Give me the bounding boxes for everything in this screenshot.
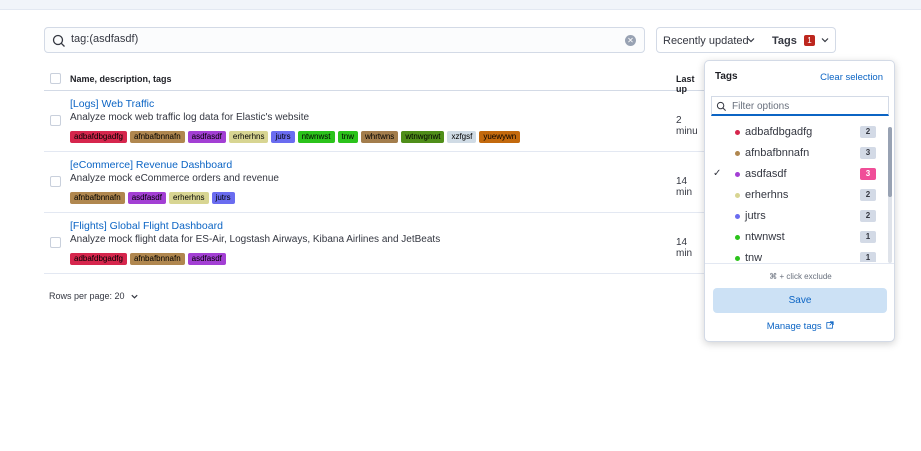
tag-badge[interactable]: erherhns: [228, 131, 269, 143]
tag-color-dot: [735, 172, 740, 177]
table-row: [Logs] Web Traffic Analyze mock web traf…: [44, 91, 704, 152]
table-row: [eCommerce] Revenue Dashboard Analyze mo…: [44, 152, 704, 213]
sort-dropdown-button[interactable]: Recently updated: [656, 27, 763, 53]
tag-badge[interactable]: xzfgsf: [447, 131, 477, 143]
tag-badge[interactable]: erherhns: [168, 192, 209, 204]
tag-option[interactable]: afnbafbnnafn 3: [705, 143, 885, 164]
table-header: Name, description, tags Last up: [44, 65, 704, 94]
chevron-down-icon: [747, 38, 755, 43]
row-checkbox[interactable]: [50, 176, 61, 187]
tag-option-count: 2: [860, 126, 876, 138]
table-row: [Flights] Global Flight Dashboard Analyz…: [44, 213, 704, 274]
search-icon: [716, 101, 726, 111]
scrollbar-thumb[interactable]: [888, 127, 892, 197]
tag-option-count: 3: [860, 168, 876, 180]
search-field[interactable]: tag:(asdfasdf) ✕: [44, 27, 645, 53]
divider: [705, 263, 894, 264]
tag-option[interactable]: erherhns 2: [705, 185, 885, 206]
row-checkbox[interactable]: [50, 237, 61, 248]
tag-badge[interactable]: yuewywn: [479, 131, 521, 143]
dashboard-title-link[interactable]: [eCommerce] Revenue Dashboard: [70, 159, 232, 171]
tag-color-dot: [735, 151, 740, 156]
tags-filter-button[interactable]: Tags 1: [762, 27, 836, 53]
tag-options-list: adbafdbgadfg 2 afnbafbnnafn 3 ✓ asdfasdf 3 erhe…: [705, 122, 894, 262]
tag-badge[interactable]: asdfasdf: [187, 253, 226, 265]
tag-option-label: afnbafbnnafn: [745, 147, 810, 159]
tag-option-label: jutrs: [745, 210, 766, 222]
tags-active-count-badge: 1: [804, 35, 815, 46]
tag-option[interactable]: ntwnwst 1: [705, 227, 885, 248]
options-scrollbar[interactable]: [888, 127, 892, 263]
exclude-hint: ⌘ + click exclude: [769, 272, 832, 281]
row-checkbox[interactable]: [50, 115, 61, 126]
tag-option-label: ntwnwst: [745, 231, 785, 243]
search-icon: [52, 34, 65, 47]
tag-badge[interactable]: wtnwgnwt: [401, 131, 445, 143]
tag-option-label: adbafdbgadfg: [745, 126, 813, 138]
tag-badge[interactable]: afnbafbnnafn: [129, 131, 185, 143]
tag-list: adbafdbgadfg afnbafbnnafn asdfasdf: [70, 253, 226, 265]
clear-icon[interactable]: ✕: [625, 35, 636, 46]
tag-color-dot: [735, 130, 740, 135]
manage-tags-label: Manage tags: [766, 321, 822, 332]
rows-per-page-label: Rows per page: 20: [49, 291, 125, 301]
chevron-down-icon: [131, 294, 138, 299]
tag-badge[interactable]: jutrs: [211, 192, 235, 204]
tag-option[interactable]: tnw 1: [705, 248, 885, 262]
tag-badge[interactable]: jutrs: [271, 131, 295, 143]
sort-label: Recently updated: [663, 35, 749, 47]
tag-badge[interactable]: whrtwns: [360, 131, 399, 143]
tag-color-dot: [735, 193, 740, 198]
tag-option-count: 3: [860, 147, 876, 159]
tag-option-label: asdfasdf: [745, 168, 787, 180]
clear-selection-button[interactable]: Clear selection: [820, 72, 883, 83]
tag-option-label: tnw: [745, 252, 763, 262]
dashboard-description: Analyze mock flight data for ES-Air, Log…: [70, 234, 441, 245]
tag-badge[interactable]: ntwnwst: [297, 131, 335, 143]
tag-badge[interactable]: adbafdbgadfg: [70, 131, 127, 143]
tag-option-count: 2: [860, 189, 876, 201]
popover-title: Tags: [715, 71, 738, 82]
external-link-icon: [826, 321, 834, 329]
chevron-down-icon: [821, 38, 829, 43]
tags-filter-popover: Tags Clear selection Filter options adba…: [704, 60, 895, 342]
tag-option[interactable]: adbafdbgadfg 2: [705, 122, 885, 143]
dashboard-description: Analyze mock eCommerce orders and revenu…: [70, 173, 279, 184]
dashboard-title-link[interactable]: [Flights] Global Flight Dashboard: [70, 220, 223, 232]
tags-filter-label: Tags: [772, 35, 797, 47]
last-updated: 14 min: [676, 176, 693, 198]
filter-options-input[interactable]: Filter options: [732, 101, 789, 112]
tag-badge[interactable]: afnbafbnnafn: [129, 253, 185, 265]
tag-badge[interactable]: asdfasdf: [187, 131, 226, 143]
tag-badge[interactable]: adbafdbgadfg: [70, 253, 127, 265]
tag-color-dot: [735, 256, 740, 261]
tag-option-label: erherhns: [745, 189, 789, 201]
tag-list: adbafdbgadfg afnbafbnnafn asdfasdf erherhns…: [70, 131, 521, 143]
column-header-name[interactable]: Name, description, tags: [70, 74, 172, 84]
manage-tags-link[interactable]: Manage tags: [705, 321, 894, 332]
tag-color-dot: [735, 214, 740, 219]
last-updated: 2 minu: [676, 115, 698, 137]
dashboard-title-link[interactable]: [Logs] Web Traffic: [70, 98, 154, 110]
top-bar: [0, 0, 921, 10]
tag-option[interactable]: jutrs 2: [705, 206, 885, 227]
check-icon: ✓: [713, 168, 722, 179]
save-button[interactable]: Save: [713, 288, 887, 313]
filter-options-field[interactable]: Filter options: [711, 96, 889, 116]
last-updated: 14 min: [676, 237, 693, 259]
rows-per-page-button[interactable]: Rows per page: 20: [49, 291, 139, 301]
tag-badge[interactable]: afnbafbnnafn: [70, 192, 125, 204]
search-input[interactable]: tag:(asdfasdf): [71, 33, 138, 45]
tag-option-count: 1: [860, 231, 876, 243]
tag-color-dot: [735, 235, 740, 240]
tag-badge[interactable]: tnw: [337, 131, 358, 143]
tag-option-count: 1: [860, 252, 876, 262]
tag-option[interactable]: ✓ asdfasdf 3: [705, 164, 885, 185]
dashboard-description: Analyze mock web traffic log data for El…: [70, 112, 310, 123]
tag-list: afnbafbnnafn asdfasdf erherhns jutrs: [70, 192, 235, 204]
tag-badge[interactable]: asdfasdf: [127, 192, 166, 204]
tag-option-count: 2: [860, 210, 876, 222]
select-all-checkbox[interactable]: [50, 73, 61, 84]
